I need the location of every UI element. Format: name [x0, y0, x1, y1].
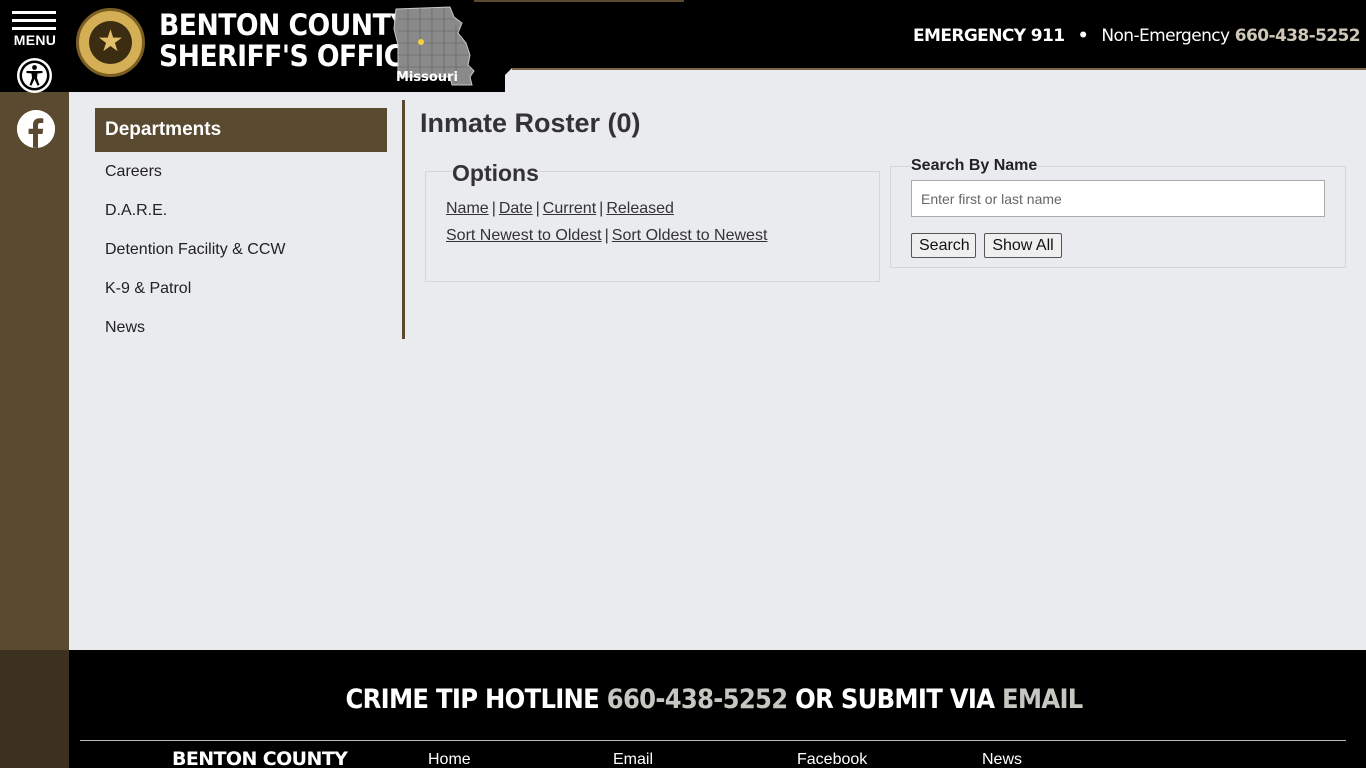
header-accent-line: [512, 68, 1366, 70]
filter-date-link[interactable]: Date: [499, 200, 533, 217]
sidebar-item-news[interactable]: News: [95, 308, 387, 347]
footer-link-news[interactable]: News: [982, 751, 1022, 768]
site-title[interactable]: BENTON COUNTY SHERIFF'S OFFICE: [159, 8, 421, 73]
sidebar-item-k9-patrol[interactable]: K-9 & Patrol: [95, 269, 387, 308]
footer-rail: [0, 650, 69, 768]
left-rail: [0, 0, 69, 650]
footer-divider: [80, 740, 1346, 741]
footer-link-facebook[interactable]: Facebook: [797, 751, 867, 768]
crime-tip-hotline: CRIME TIP HOTLINE 660-438-5252 OR SUBMIT…: [68, 684, 1297, 715]
footer-link-home[interactable]: Home: [428, 751, 471, 768]
non-emergency-label: Non-Emergency: [1101, 26, 1230, 46]
contact-separator: •: [1077, 26, 1089, 46]
search-legend: Search By Name: [911, 157, 1038, 175]
sheriff-badge-icon[interactable]: ★: [76, 8, 145, 77]
accessibility-icon[interactable]: [17, 58, 52, 93]
filter-name-link[interactable]: Name: [446, 200, 489, 217]
page-title: Inmate Roster (0): [420, 108, 641, 138]
sort-newest-link[interactable]: Sort Newest to Oldest: [446, 227, 602, 244]
filter-current-link[interactable]: Current: [543, 200, 596, 217]
sort-oldest-link[interactable]: Sort Oldest to Newest: [612, 227, 768, 244]
sidebar-item-dare[interactable]: D.A.R.E.: [95, 191, 387, 230]
departments-heading: Departments: [95, 108, 387, 152]
site-title-line1: BENTON COUNTY: [159, 8, 410, 42]
search-button[interactable]: Search: [911, 233, 976, 258]
sort-links: Sort Newest to Oldest | Sort Oldest to New…: [446, 227, 768, 244]
facebook-icon[interactable]: [17, 110, 55, 148]
emergency-number[interactable]: EMERGENCY 911: [913, 26, 1065, 46]
contact-bar: EMERGENCY 911 • Non-Emergency 660-438-52…: [913, 26, 1361, 46]
filter-released-link[interactable]: Released: [606, 200, 674, 217]
sidebar-item-careers[interactable]: Careers: [95, 152, 387, 191]
menu-button[interactable]: MENU: [12, 8, 58, 50]
hotline-phone[interactable]: 660-438-5252: [607, 684, 788, 715]
footer-brand: BENTON COUNTY: [172, 748, 348, 768]
menu-label: MENU: [13, 32, 57, 48]
search-name-input[interactable]: [911, 180, 1325, 217]
site-title-line2: SHERIFF'S OFFICE: [159, 39, 421, 73]
footer-link-email[interactable]: Email: [613, 751, 653, 768]
filter-links: Name | Date | Current | Released: [446, 200, 674, 217]
sidebar-item-detention-facility[interactable]: Detention Facility & CCW: [95, 230, 387, 269]
options-legend: Options: [452, 160, 539, 187]
departments-nav: Careers D.A.R.E. Detention Facility & CC…: [95, 152, 387, 347]
state-label: Missouri: [396, 70, 458, 85]
non-emergency-phone[interactable]: 660-438-5252: [1235, 26, 1361, 46]
hotline-email-link[interactable]: EMAIL: [1002, 684, 1083, 715]
hotline-prefix: CRIME TIP HOTLINE: [345, 684, 600, 715]
hotline-mid: OR SUBMIT VIA: [795, 684, 995, 715]
hamburger-icon: [12, 11, 56, 14]
show-all-button[interactable]: Show All: [984, 233, 1062, 258]
sidebar-divider: [402, 100, 405, 339]
